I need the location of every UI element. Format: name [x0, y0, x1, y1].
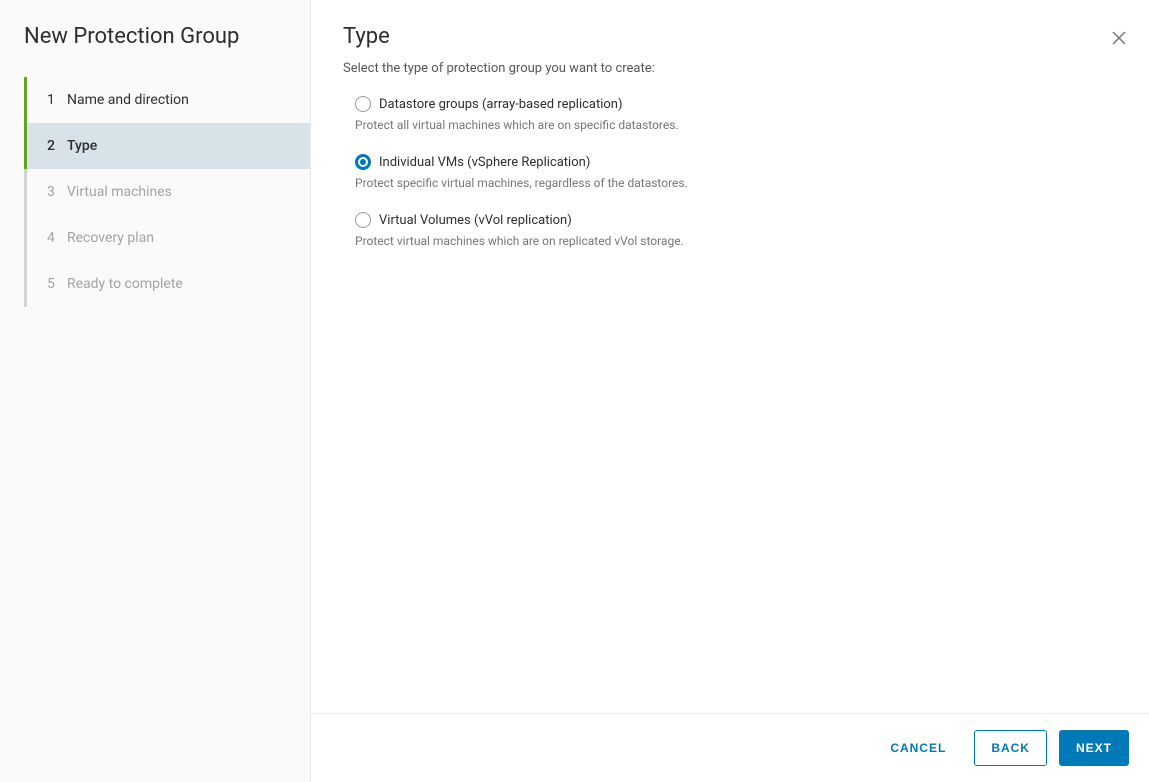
page-subtitle: Select the type of protection group you … — [343, 61, 1117, 76]
next-button[interactable]: Next — [1059, 730, 1129, 766]
step-label: Recovery plan — [67, 230, 154, 246]
option-description: Protect virtual machines which are on re… — [355, 234, 1117, 248]
option-label: Individual VMs (vSphere Replication) — [379, 155, 590, 170]
option-virtual-volumes-radio-row[interactable]: Virtual Volumes (vVol replication) — [355, 212, 1117, 228]
option-description: Protect specific virtual machines, regar… — [355, 176, 1117, 190]
page-title: Type — [343, 24, 1117, 49]
option-description: Protect all virtual machines which are o… — [355, 118, 1117, 132]
option-datastore-groups: Datastore groups (array-based replicatio… — [355, 96, 1117, 132]
type-options: Datastore groups (array-based replicatio… — [343, 96, 1117, 248]
step-number: 4 — [47, 230, 67, 246]
step-number: 2 — [47, 138, 67, 154]
step-type[interactable]: 2 Type — [27, 123, 310, 169]
option-label: Virtual Volumes (vVol replication) — [379, 213, 572, 228]
wizard-sidebar: New Protection Group 1 Name and directio… — [0, 0, 311, 782]
option-individual-vms: Individual VMs (vSphere Replication) Pro… — [355, 154, 1117, 190]
wizard-title: New Protection Group — [0, 24, 310, 77]
step-name-and-direction[interactable]: 1 Name and direction — [27, 77, 310, 123]
step-number: 5 — [47, 276, 67, 292]
step-number: 3 — [47, 184, 67, 200]
radio-icon — [355, 96, 371, 112]
option-virtual-volumes: Virtual Volumes (vVol replication) Prote… — [355, 212, 1117, 248]
step-recovery-plan: 4 Recovery plan — [27, 215, 310, 261]
back-button[interactable]: Back — [974, 730, 1047, 766]
close-icon — [1111, 30, 1127, 46]
step-label: Virtual machines — [67, 184, 172, 200]
close-button[interactable] — [1109, 28, 1129, 48]
step-ready-to-complete: 5 Ready to complete — [27, 261, 310, 307]
radio-icon — [355, 154, 371, 170]
wizard-steps: 1 Name and direction 2 Type 3 Virtual ma… — [24, 77, 310, 307]
option-label: Datastore groups (array-based replicatio… — [379, 97, 623, 112]
wizard-footer: Cancel Back Next — [311, 713, 1149, 782]
step-virtual-machines: 3 Virtual machines — [27, 169, 310, 215]
wizard-content: Type Select the type of protection group… — [311, 0, 1149, 713]
option-datastore-groups-radio-row[interactable]: Datastore groups (array-based replicatio… — [355, 96, 1117, 112]
option-individual-vms-radio-row[interactable]: Individual VMs (vSphere Replication) — [355, 154, 1117, 170]
step-label: Name and direction — [67, 92, 189, 108]
cancel-button[interactable]: Cancel — [874, 730, 962, 766]
step-label: Type — [67, 138, 97, 154]
step-number: 1 — [47, 92, 67, 108]
step-label: Ready to complete — [67, 276, 183, 292]
wizard-main: Type Select the type of protection group… — [311, 0, 1149, 782]
radio-icon — [355, 212, 371, 228]
